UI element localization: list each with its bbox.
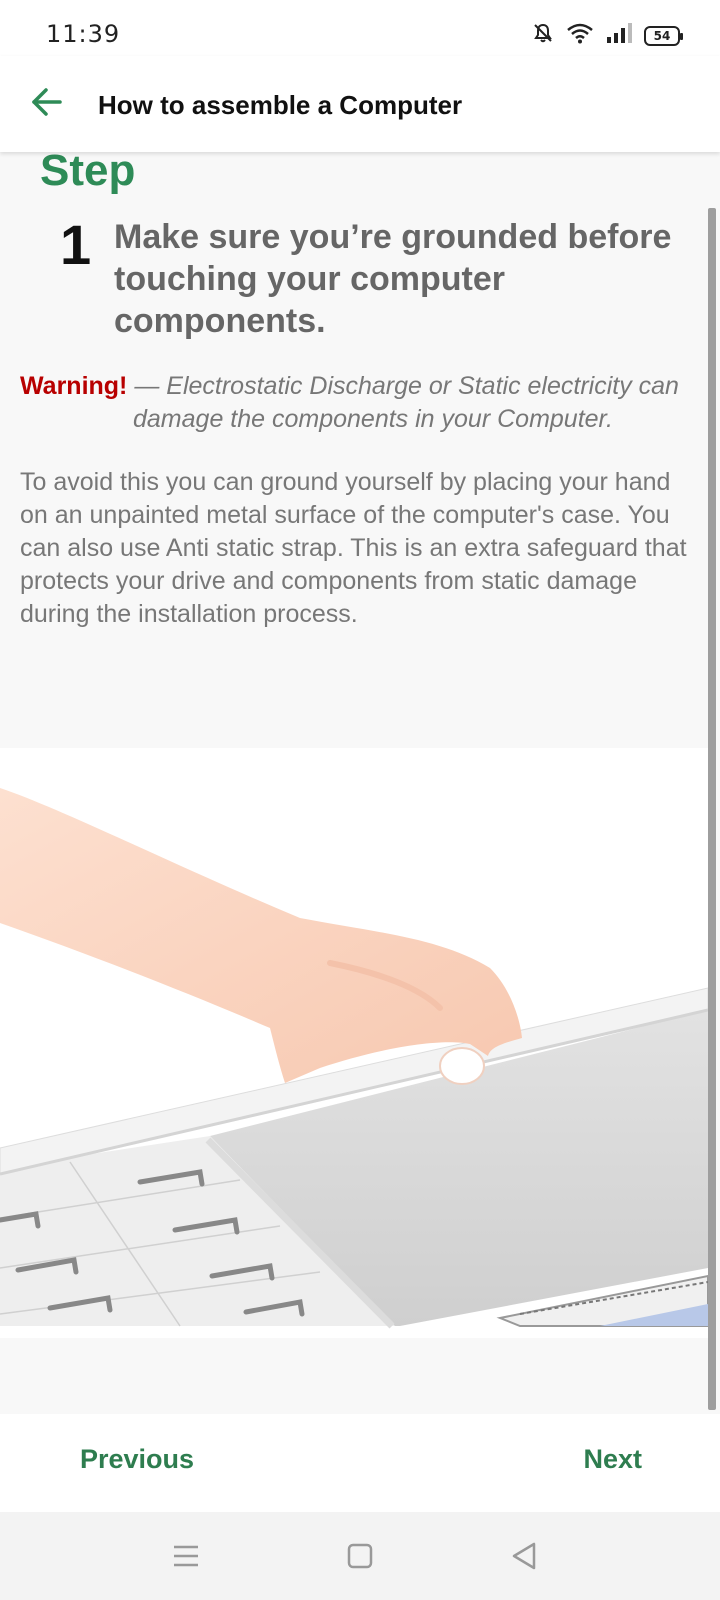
next-button[interactable]: Next: [583, 1444, 642, 1475]
status-icons: 54: [532, 22, 683, 49]
previous-button[interactable]: Previous: [80, 1444, 194, 1475]
page-title: How to assemble a Computer: [98, 90, 463, 120]
warning-label: Warning!: [20, 372, 128, 400]
back-button[interactable]: [22, 80, 70, 128]
home-button[interactable]: [340, 1538, 380, 1578]
step-body: To avoid this you can ground yourself by…: [20, 468, 687, 628]
step-navigation: Previous Next: [0, 1414, 720, 1512]
warning-note: Warning! — Electrostatic Discharge or St…: [20, 370, 690, 436]
app-bar: How to assemble a Computer: [0, 56, 720, 152]
system-navigation-bar: [0, 1512, 720, 1600]
wifi-icon: [566, 22, 594, 49]
scrollbar[interactable]: [708, 208, 716, 1410]
back-triangle-icon: [511, 1542, 537, 1575]
signal-icon: [606, 23, 632, 48]
status-bar: 11:39 54: [0, 0, 720, 56]
battery-icon: 54: [644, 25, 683, 46]
bell-off-icon: [532, 22, 554, 49]
system-back-button[interactable]: [504, 1538, 544, 1578]
step-label: Step: [40, 152, 136, 195]
menu-button[interactable]: [166, 1538, 206, 1578]
warning-text: — Electrostatic Discharge or Static elec…: [127, 372, 679, 433]
step-number: 1: [60, 213, 92, 276]
step-heading: Make sure you’re grounded before touchin…: [114, 218, 672, 340]
home-square-icon: [347, 1543, 373, 1574]
step-content[interactable]: Step 1 Make sure you’re grounded before …: [0, 152, 720, 1414]
menu-icon: [172, 1544, 200, 1573]
status-time: 11:39: [46, 20, 121, 48]
step-illustration: [0, 748, 709, 1338]
arrow-left-icon: [28, 84, 64, 125]
